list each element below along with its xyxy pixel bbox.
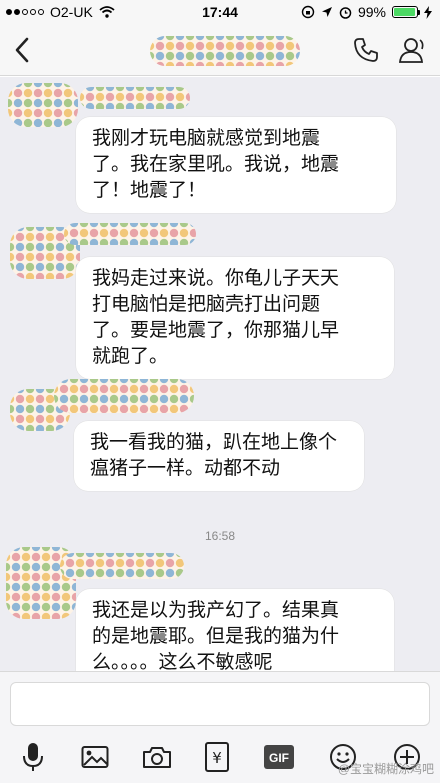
sender-name-redacted [54, 379, 194, 413]
back-chevron-icon[interactable] [8, 34, 38, 66]
gif-icon[interactable]: GIF [262, 740, 296, 774]
message-line: 我刚才玩电脑就感觉到地震 [92, 128, 321, 149]
message-bubble[interactable]: 我刚才玩电脑就感觉到地震 了。我在家里吼。我说，地震 了！地震了！ [76, 117, 396, 213]
battery-icon [392, 6, 420, 18]
camera-icon[interactable] [140, 740, 174, 774]
orientation-lock-icon [301, 5, 315, 19]
gif-label: GIF [269, 751, 289, 765]
watermark: @宝宝糊糊涂鸡吧 [337, 762, 434, 776]
microphone-icon[interactable] [16, 740, 50, 774]
message-line: 瘟猪子一样。动都不动 [90, 458, 281, 479]
sender-avatar-redacted [8, 83, 78, 127]
message-line: 我妈走过来说。你龟儿子天天 [92, 268, 340, 289]
charging-icon [424, 5, 432, 19]
message-timestamp: 16:58 [204, 529, 236, 543]
message-input[interactable] [10, 682, 430, 726]
contact-name-redacted [150, 36, 300, 66]
yen-symbol: ¥ [212, 749, 222, 767]
sender-name-redacted [64, 223, 196, 245]
contact-profile-icon[interactable] [398, 36, 428, 64]
message-bubble[interactable]: 我还是以为我产幻了。结果真 的是地震耶。但是我的猫为什 么。。。。这么不敏感呢 [76, 589, 394, 671]
status-right: 99% [301, 4, 432, 20]
chat-messages[interactable]: 我刚才玩电脑就感觉到地震 了。我在家里吼。我说，地震 了！地震了！ 我妈走过来说… [0, 77, 440, 671]
message-line: 我一看我的猫，趴在地上像个 [90, 432, 338, 453]
message-line: 么。。。。这么不敏感呢 [92, 652, 273, 671]
message-bubble[interactable]: 我妈走过来说。你龟儿子天天 打电脑怕是把脑壳打出问题 了。要是地震了，你那猫儿早… [76, 257, 394, 379]
message-composer: ¥ GIF @宝宝糊糊涂鸡吧 [0, 671, 440, 783]
status-bar: O2-UK 17:44 99% [0, 0, 440, 24]
red-packet-icon[interactable]: ¥ [200, 740, 234, 774]
location-icon [321, 7, 332, 17]
message-line: 就跑了。 [92, 346, 169, 367]
sender-name-redacted [80, 87, 190, 109]
message-bubble[interactable]: 我一看我的猫，趴在地上像个 瘟猪子一样。动都不动 [74, 421, 364, 491]
message-line: 了。我在家里吼。我说，地震 [92, 154, 340, 175]
sender-name-redacted [60, 553, 184, 579]
image-icon[interactable] [78, 740, 112, 774]
battery-percent: 99% [357, 4, 386, 20]
message-line: 打电脑怕是把脑壳打出问题 [92, 294, 321, 315]
chat-header [0, 24, 440, 76]
message-line: 了。要是地震了，你那猫儿早 [92, 320, 340, 341]
message-line: 的是地震耶。但是我的猫为什 [92, 626, 340, 647]
message-line: 我还是以为我产幻了。结果真 [92, 600, 340, 621]
alarm-icon [339, 6, 352, 19]
message-line: 了！地震了！ [92, 180, 207, 201]
phone-icon[interactable] [352, 36, 380, 64]
